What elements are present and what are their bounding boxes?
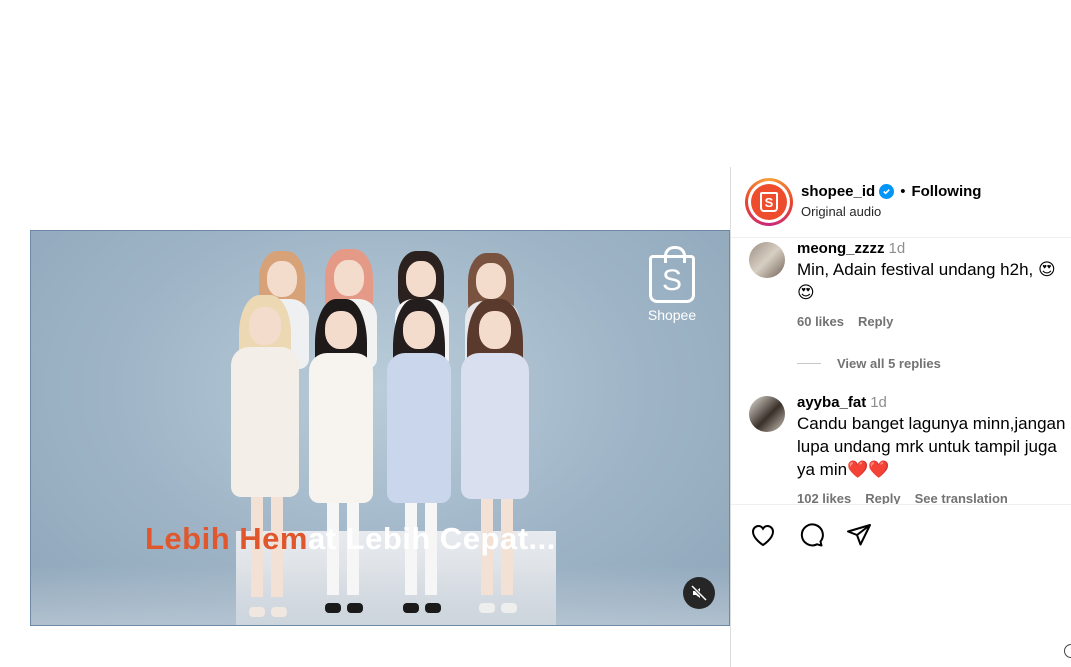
comments-list[interactable]: meong_zzzz 1d Min, Adain festival undang … [731, 238, 1071, 504]
speaker-muted-icon [691, 585, 707, 601]
share-icon[interactable] [845, 521, 873, 549]
shopee-logo: S Shopee [647, 246, 697, 323]
comment-likes[interactable]: 102 likes [797, 491, 851, 504]
avatar: S [751, 184, 787, 220]
comment-avatar[interactable] [749, 396, 785, 432]
mute-button[interactable] [683, 577, 715, 609]
actions-divider [731, 504, 1071, 505]
comment-time: 1d [888, 240, 906, 257]
replies-line [797, 363, 821, 364]
post-panel: S shopee_id • Following Original audio m… [731, 167, 1071, 667]
caption-highlight: Lebih Hem [145, 521, 308, 556]
caption-rest: at Lebih Cepat... [307, 521, 556, 556]
person-figure [455, 299, 535, 625]
heart-icon[interactable] [749, 521, 777, 549]
comment-username[interactable]: ayyba_fat [797, 394, 866, 411]
comment-time: 1d [870, 394, 887, 411]
audio-link[interactable]: Original audio [801, 204, 981, 219]
post-username[interactable]: shopee_id [801, 183, 875, 200]
post-header: S shopee_id • Following Original audio [731, 167, 1071, 238]
view-replies-button[interactable]: View all 5 replies [797, 356, 941, 371]
shopping-bag-icon: S [649, 246, 695, 303]
comment-text: Min, Adain festival undang h2h, 😍😍 [797, 260, 1056, 302]
comment-reply-button[interactable]: Reply [858, 314, 893, 329]
separator-dot: • [900, 183, 906, 200]
video-caption: Lebih Hemat Lebih Cepat... [145, 521, 556, 557]
story-ring-avatar[interactable]: S [745, 178, 793, 226]
floor-shadow [31, 565, 729, 625]
help-icon[interactable] [1064, 644, 1071, 658]
comment-likes[interactable]: 60 likes [797, 314, 844, 329]
comment-text: Candu banget lagunya minn,jangan lupa un… [797, 414, 1066, 479]
verified-badge-icon [879, 184, 895, 199]
post-actions [749, 521, 873, 549]
comment-username[interactable]: meong_zzzz [797, 240, 885, 257]
comment-avatar[interactable] [749, 242, 785, 278]
see-translation-button[interactable]: See translation [915, 491, 1008, 504]
person-figure [227, 295, 303, 625]
person-figure [381, 299, 457, 625]
person-figure [303, 299, 379, 625]
comment-icon[interactable] [797, 521, 825, 549]
video-player[interactable]: S Shopee Lebih Hemat Lebih Cepat... [30, 230, 730, 626]
comment-reply-button[interactable]: Reply [865, 491, 900, 504]
following-button[interactable]: Following [911, 183, 981, 200]
shopee-logo-text: Shopee [647, 307, 697, 323]
